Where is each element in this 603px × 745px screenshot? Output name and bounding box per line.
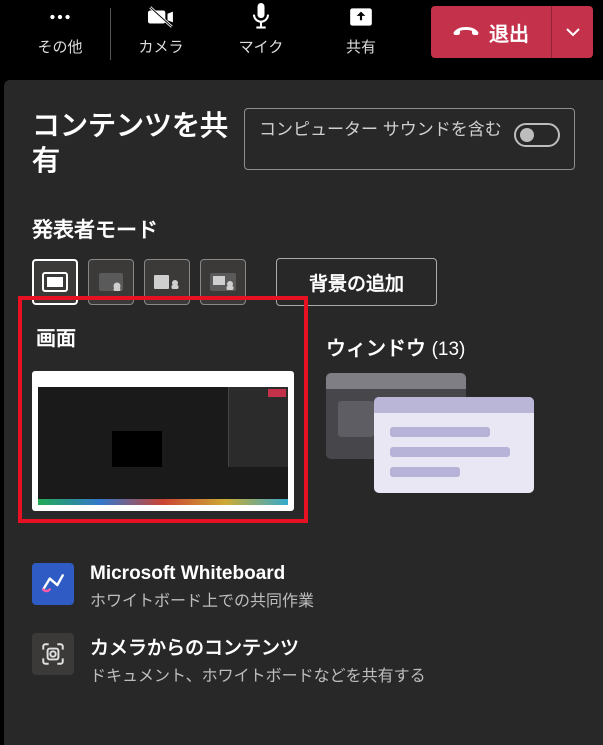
window-column: ウィンドウ (13) xyxy=(326,332,575,523)
leave-dropdown-button[interactable] xyxy=(551,6,593,58)
leave-label: 退出 xyxy=(489,18,529,47)
presenter-mode-title: 発表者モード xyxy=(32,214,575,244)
window-thumbnail[interactable] xyxy=(326,373,546,493)
camera-label: カメラ xyxy=(138,36,183,57)
screen-column: 画面 xyxy=(32,332,308,523)
screen-highlight: 画面 xyxy=(18,296,308,523)
camera-content-text: カメラからのコンテンツ ドキュメント、ホワイトボードなどを共有する xyxy=(90,633,426,686)
toggle-off-icon xyxy=(514,123,560,147)
leave-button[interactable]: 退出 xyxy=(431,6,551,58)
more-label: その他 xyxy=(37,36,82,57)
hangup-icon xyxy=(453,23,479,41)
camera-content-icon xyxy=(32,633,74,675)
camera-content-subtitle: ドキュメント、ホワイトボードなどを共有する xyxy=(90,662,426,686)
camera-content-title: カメラからのコンテンツ xyxy=(90,633,426,660)
screen-label: 画面 xyxy=(32,322,294,351)
window-count: (13) xyxy=(432,339,466,360)
mic-button[interactable]: マイク xyxy=(211,0,311,60)
include-sound-label: コンピューター サウンドを含む xyxy=(259,119,504,141)
meeting-toolbar: その他 カメラ マイク 共有 退出 xyxy=(0,0,603,80)
window-label: ウィンドウ xyxy=(326,338,426,360)
chevron-down-icon xyxy=(565,27,581,37)
screen-thumbnail[interactable] xyxy=(32,371,294,511)
share-options-list: Microsoft Whiteboard ホワイトボード上での共同作業 カメラか… xyxy=(32,563,575,686)
share-label: 共有 xyxy=(346,36,376,57)
include-computer-sound-toggle[interactable]: コンピューター サウンドを含む xyxy=(244,108,575,170)
share-button[interactable]: 共有 xyxy=(311,0,411,60)
share-source-row: 画面 ウィンドウ (13) xyxy=(32,332,575,523)
share-icon xyxy=(348,4,374,30)
camera-button[interactable]: カメラ xyxy=(111,0,211,60)
toolbar-left-group: その他 カメラ マイク 共有 xyxy=(10,0,411,80)
camera-content-option[interactable]: カメラからのコンテンツ ドキュメント、ホワイトボードなどを共有する xyxy=(32,633,575,686)
window-header: ウィンドウ (13) xyxy=(326,332,575,361)
whiteboard-icon xyxy=(32,563,74,605)
whiteboard-title: Microsoft Whiteboard xyxy=(90,563,314,585)
add-background-label: 背景の追加 xyxy=(309,274,404,295)
whiteboard-option[interactable]: Microsoft Whiteboard ホワイトボード上での共同作業 xyxy=(32,563,575,611)
whiteboard-subtitle: ホワイトボード上での共同作業 xyxy=(90,587,314,611)
leave-button-group: 退出 xyxy=(431,0,593,58)
whiteboard-text: Microsoft Whiteboard ホワイトボード上での共同作業 xyxy=(90,563,314,611)
ellipsis-icon xyxy=(47,4,73,30)
mic-label: マイク xyxy=(239,36,284,57)
more-button[interactable]: その他 xyxy=(10,0,110,60)
mic-icon xyxy=(248,4,274,30)
share-content-panel: コンテンツを共有 コンピューター サウンドを含む 発表者モード 背景の追加 画面 xyxy=(4,80,603,745)
panel-title: コンテンツを共有 xyxy=(32,108,232,178)
panel-header: コンテンツを共有 コンピューター サウンドを含む xyxy=(32,108,575,178)
camera-off-icon xyxy=(148,4,174,30)
